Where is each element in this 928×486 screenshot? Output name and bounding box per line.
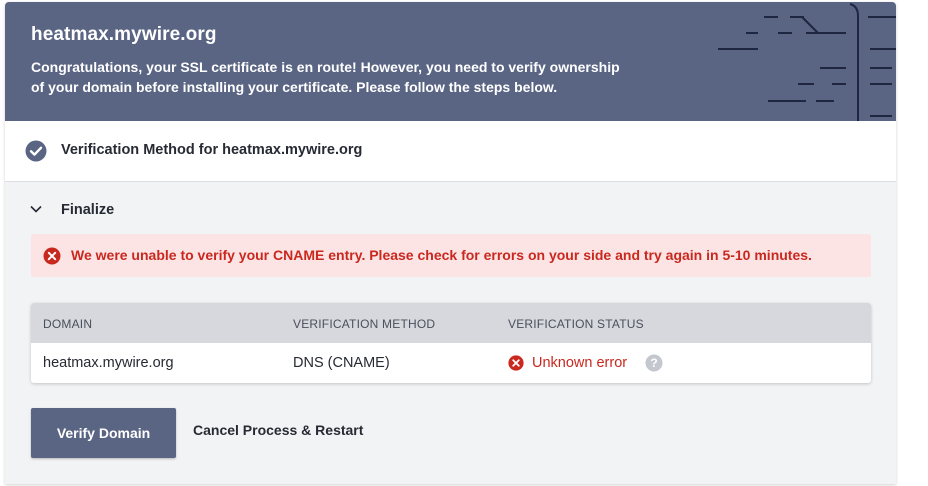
error-alert: We were unable to verify your CNAME entr… [31, 234, 871, 277]
cancel-restart-button[interactable]: Cancel Process & Restart [193, 422, 363, 438]
verification-table: DOMAIN VERIFICATION METHOD VERIFICATION … [31, 303, 871, 383]
verify-domain-button[interactable]: Verify Domain [31, 408, 176, 458]
finalize-label: Finalize [61, 202, 115, 218]
table-header: DOMAIN VERIFICATION METHOD VERIFICATION … [31, 303, 871, 343]
row-domain: heatmax.mywire.org [43, 355, 174, 371]
header-message-line-2: of your domain before installing your ce… [31, 79, 558, 95]
error-circle-icon [43, 247, 61, 265]
header-message: Congratulations, your SSL certificate is… [31, 57, 651, 97]
chevron-down-icon [30, 205, 42, 213]
error-alert-message: We were unable to verify your CNAME entr… [71, 247, 812, 263]
error-circle-icon [508, 355, 524, 371]
column-header-status: VERIFICATION STATUS [508, 317, 644, 331]
help-circle-icon[interactable]: ? [645, 354, 663, 372]
svg-text:?: ? [650, 356, 657, 370]
verification-method-step[interactable]: Verification Method for heatmax.mywire.o… [5, 121, 896, 182]
domain-title: heatmax.mywire.org [31, 24, 217, 45]
row-status: Unknown error [532, 355, 628, 371]
column-header-domain: DOMAIN [43, 317, 93, 331]
header-message-line-1: Congratulations, your SSL certificate is… [31, 59, 620, 75]
row-method: DNS (CNAME) [293, 355, 390, 371]
verification-method-label: Verification Method for heatmax.mywire.o… [61, 142, 363, 158]
decorative-lines-icon [718, 3, 896, 121]
check-circle-icon [25, 140, 47, 162]
finalize-section-toggle[interactable]: Finalize [5, 194, 305, 224]
column-header-method: VERIFICATION METHOD [293, 317, 436, 331]
header-banner: heatmax.mywire.org Congratulations, your… [5, 2, 896, 121]
ssl-verification-card: heatmax.mywire.org Congratulations, your… [5, 2, 896, 484]
